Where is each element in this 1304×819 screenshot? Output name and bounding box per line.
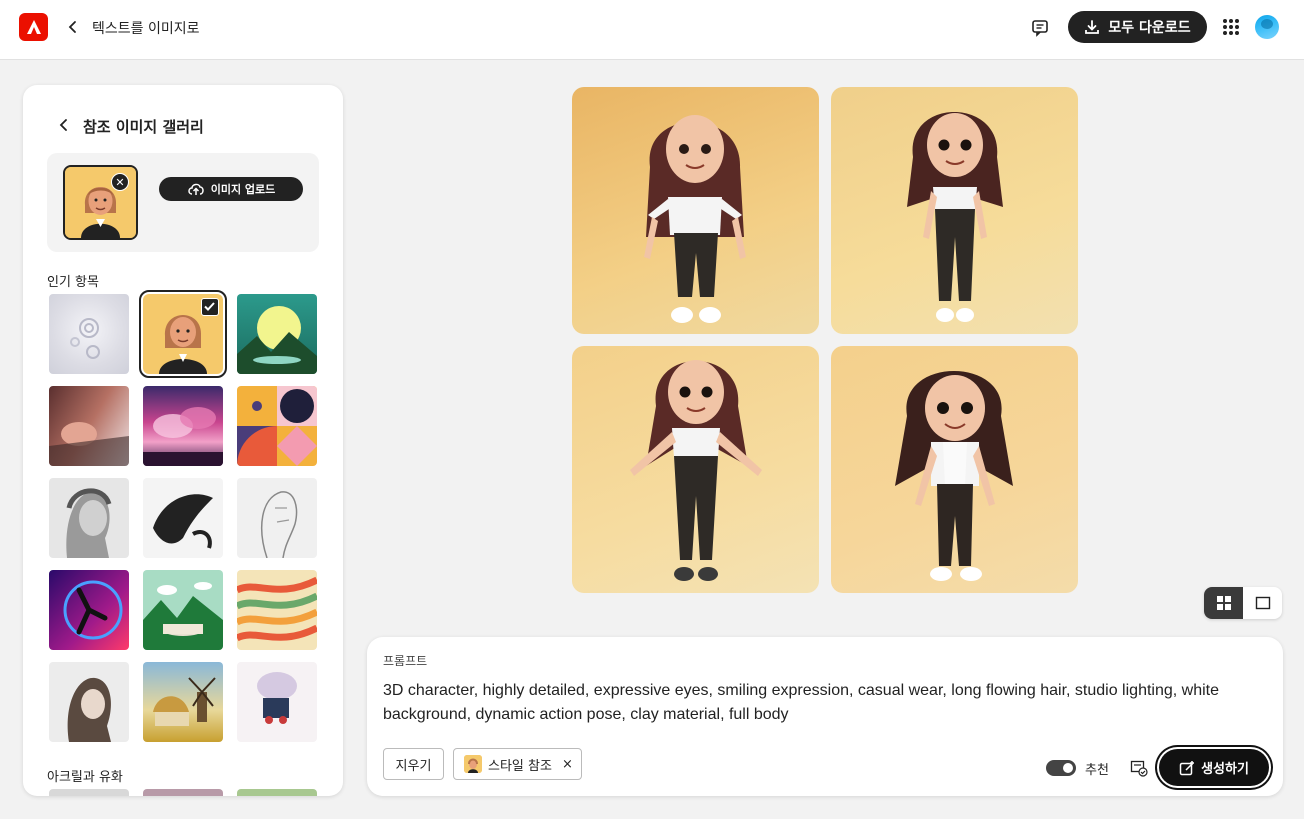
gallery-tile-partial[interactable] (143, 789, 223, 796)
app-title: 텍스트를 이미지로 (92, 21, 200, 37)
gallery-tile-woman-sketch[interactable] (49, 662, 129, 742)
gallery-tile-sun-landscape[interactable] (237, 294, 317, 374)
back-arrow-icon[interactable] (64, 18, 82, 36)
generated-image-4[interactable] (831, 346, 1078, 593)
download-all-label: 모두 다운로드 (1108, 20, 1191, 36)
generated-image-2[interactable] (831, 87, 1078, 334)
gallery-tile-ink-horse[interactable] (143, 478, 223, 558)
gallery-title: 참조 이미지 갤러리 (83, 118, 204, 136)
prompt-label: 프롬프트 (383, 654, 428, 668)
cloud-upload-icon (187, 183, 204, 195)
prompt-panel: 프롬프트 3D character, highly detailed, expr… (367, 637, 1283, 796)
generate-label: 생성하기 (1201, 762, 1249, 777)
selected-check-icon (201, 298, 219, 316)
gallery-tile-partial[interactable] (49, 789, 129, 796)
reference-gallery-panel: 참조 이미지 갤러리 ✕ 이미지 업로드 인기 항목 아크릴과 유화 (23, 85, 343, 796)
acrylic-oil-section-label: 아크릴과 유화 (47, 770, 123, 785)
single-view-button[interactable] (1243, 587, 1282, 619)
generated-image-1[interactable] (572, 87, 819, 334)
grid-view-button[interactable] (1204, 587, 1243, 619)
recommend-toggle[interactable] (1046, 760, 1076, 776)
user-avatar[interactable] (1255, 15, 1279, 39)
upload-area: ✕ 이미지 업로드 (47, 153, 319, 252)
adobe-logo-icon[interactable] (19, 13, 48, 41)
gallery-tile-paper-flowers[interactable] (49, 294, 129, 374)
gallery-tile-engraved-portrait[interactable] (49, 478, 129, 558)
gallery-tile-geometric-shapes[interactable] (237, 386, 317, 466)
remove-reference-icon[interactable]: ✕ (111, 173, 129, 191)
gallery-tile-wavy-pattern[interactable] (237, 570, 317, 650)
upload-image-button[interactable]: 이미지 업로드 (159, 177, 303, 201)
generate-button[interactable]: 생성하기 (1159, 749, 1269, 786)
style-reference-chip[interactable]: 스타일 참조 × (453, 748, 582, 780)
gallery-tile-partial[interactable] (237, 789, 317, 796)
grid-view-icon (1216, 596, 1231, 610)
gallery-tile-cartoon-woman[interactable] (139, 290, 227, 378)
download-all-button[interactable]: 모두 다운로드 (1068, 11, 1207, 43)
feedback-icon[interactable] (1030, 18, 1050, 38)
download-icon (1085, 20, 1100, 34)
gallery-tile-windmill-painting[interactable] (143, 662, 223, 742)
content-credentials-icon[interactable] (1130, 759, 1148, 777)
prompt-textarea[interactable]: 3D character, highly detailed, expressiv… (383, 679, 1263, 727)
remove-style-icon[interactable]: × (562, 757, 573, 772)
gallery-tile-3d-podium-scene[interactable] (143, 570, 223, 650)
gallery-tile-pencil-sketch[interactable] (237, 478, 317, 558)
style-reference-thumbnail (464, 755, 482, 773)
back-arrow-icon[interactable] (55, 116, 73, 134)
top-bar: 텍스트를 이미지로 모두 다운로드 (0, 0, 1304, 60)
view-mode-toggle (1204, 587, 1282, 619)
gallery-tile-watercolor-train[interactable] (237, 662, 317, 742)
single-view-icon (1255, 596, 1270, 610)
generate-icon (1179, 760, 1195, 775)
generated-image-3[interactable] (572, 346, 819, 593)
recommend-label: 추천 (1085, 763, 1109, 778)
gallery-tile-pink-clouds[interactable] (143, 386, 223, 466)
gallery-tile-sleeping-portrait[interactable] (49, 386, 129, 466)
gallery-tile-neon-dancer[interactable] (49, 570, 129, 650)
style-reference-label: 스타일 참조 (488, 758, 552, 774)
popular-section-label: 인기 항목 (47, 275, 99, 290)
apps-grid-icon[interactable] (1222, 18, 1240, 36)
clear-button[interactable]: 지우기 (383, 748, 444, 780)
upload-image-label: 이미지 업로드 (210, 183, 276, 196)
